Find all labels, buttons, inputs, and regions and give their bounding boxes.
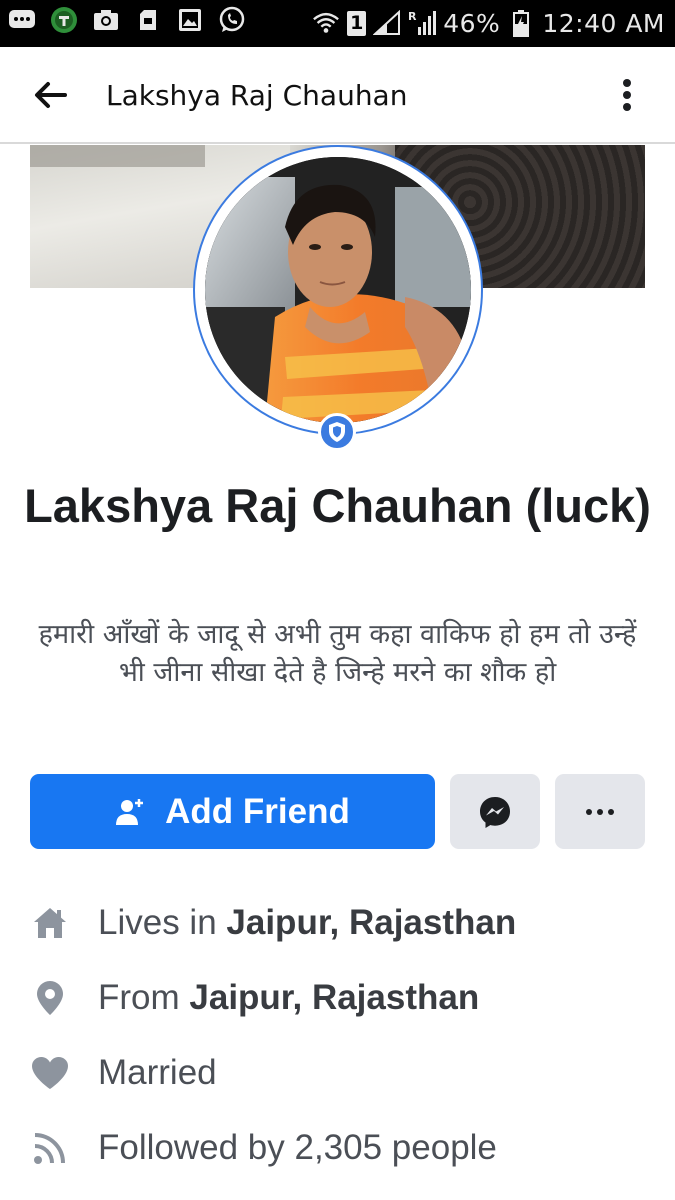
rss-followers-icon [30,1128,70,1168]
messenger-icon [480,796,510,828]
profile-picture[interactable] [205,157,471,423]
intro-lives-in: Lives in Jaipur, Rajasthan [30,893,670,953]
intro-followers[interactable]: Followed by 2,305 people [30,1118,670,1178]
lives-in-prefix: Lives in [98,903,217,942]
battery-percent: 46% [443,8,501,38]
from-prefix: From [98,978,180,1017]
more-options-button[interactable] [555,774,645,849]
app-icon [50,6,78,34]
location-pin-icon [30,978,70,1018]
more-vertical-icon [623,79,631,87]
overflow-menu-button[interactable] [615,73,639,117]
sim-indicator: 1 [347,10,367,36]
app-bar: Lakshya Raj Chauhan [0,47,675,144]
gallery-icon [176,6,204,34]
roaming-signal-icon: R [408,9,437,37]
add-friend-button[interactable]: Add Friend [30,774,435,849]
camera-icon [92,6,120,34]
back-button[interactable] [28,75,72,115]
add-person-icon [116,798,144,825]
status-notification-icons [8,6,246,34]
message-icon [8,6,36,34]
profile-name: Lakshya Raj Chauhan (luck) [24,479,651,532]
status-bar: 1 R 46% 12:40 AM [0,0,675,47]
home-icon [30,903,70,943]
intro-relationship: Married [30,1043,670,1103]
add-friend-label: Add Friend [165,791,350,831]
profile-guard-badge [318,413,356,451]
more-horizontal-icon [586,808,592,815]
followers-count: Followed by 2,305 people [98,1128,497,1167]
sd-card-icon [134,6,162,34]
whatsapp-icon [218,6,246,34]
heart-icon [30,1053,70,1093]
status-system-icons: 1 R 46% 12:40 AM [312,6,665,40]
page-title: Lakshya Raj Chauhan [106,79,408,112]
from-place[interactable]: Jaipur, Rajasthan [189,978,479,1017]
profile-picture-frame [193,145,483,435]
svg-text:R: R [408,10,417,23]
shield-icon [329,422,345,442]
battery-icon [507,9,535,37]
arrow-left-icon [35,82,67,108]
signal-icon [373,9,401,37]
profile-bio: हमारी आँखों के जादू से अभी तुम कहा वाकिफ… [38,619,637,688]
lives-in-place[interactable]: Jaipur, Rajasthan [226,903,516,942]
intro-from: From Jaipur, Rajasthan [30,968,670,1028]
relationship-status: Married [98,1053,217,1092]
wifi-icon [312,9,340,37]
clock: 12:40 AM [542,8,665,38]
message-button[interactable] [450,774,540,849]
